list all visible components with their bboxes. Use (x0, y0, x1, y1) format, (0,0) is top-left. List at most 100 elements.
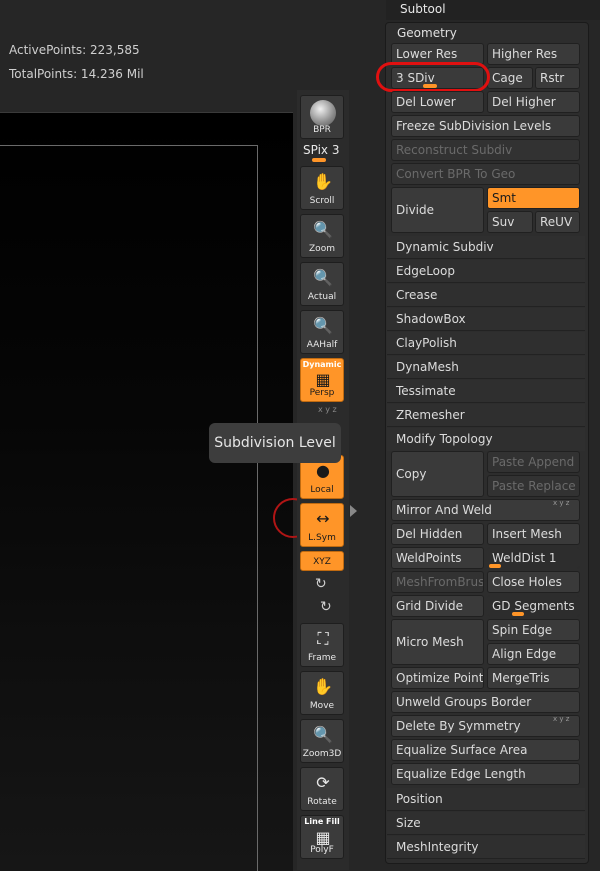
lsym-label: L.Sym (308, 533, 336, 543)
spix-slider-mark (312, 158, 326, 162)
paste-replace-button[interactable]: Paste Replace (487, 475, 580, 497)
axis-icons: x y z (318, 405, 337, 414)
equalize-edge-button[interactable]: Equalize Edge Length (391, 763, 580, 785)
smt-toggle[interactable]: Smt (487, 187, 580, 209)
convert-bpr-button[interactable]: Convert BPR To Geo (391, 163, 580, 185)
polyf-label: PolyF (310, 845, 334, 855)
zoom3d-label: Zoom3D (302, 749, 342, 759)
close-holes-button[interactable]: Close Holes (487, 571, 580, 593)
gd-segments-slider-mark (512, 612, 524, 616)
size-section[interactable]: Size (387, 812, 585, 835)
aahalf-button[interactable]: 🔍 AAHalf (300, 310, 344, 354)
divide-button[interactable]: Divide (391, 187, 484, 233)
shadowbox-section[interactable]: ShadowBox (387, 308, 585, 331)
move-button[interactable]: ✋ Move (300, 671, 344, 715)
frame-button[interactable]: ⛶ Frame (300, 623, 344, 667)
suv-toggle[interactable]: Suv (487, 211, 533, 233)
cage-button[interactable]: Cage (487, 67, 533, 89)
persp-button[interactable]: Dynamic ▦ Persp (300, 358, 344, 402)
weldpoints-button[interactable]: WeldPoints (391, 547, 484, 569)
scroll-label: Scroll (309, 196, 335, 206)
actual-label: Actual (307, 292, 337, 302)
frame-icon: ⛶ (317, 629, 329, 648)
claypolish-section[interactable]: ClayPolish (387, 332, 585, 355)
spin-edge-button[interactable]: Spin Edge (487, 619, 580, 641)
rotate-z-icon[interactable]: ↻ (320, 599, 332, 615)
actual-button[interactable]: 🔍 Actual (300, 262, 344, 306)
axis-icons: x y z (553, 499, 570, 507)
magnifier-icon: 🔍 (313, 220, 333, 239)
reconstruct-subdiv-button[interactable]: Reconstruct Subdiv (391, 139, 580, 161)
rstr-button[interactable]: Rstr (535, 67, 580, 89)
mirror-weld-button[interactable]: Mirror And Weld (391, 499, 580, 521)
sphere-icon (310, 100, 336, 126)
gd-segments-slider[interactable]: GD Segments 3 (487, 595, 580, 617)
position-section[interactable]: Position (387, 788, 585, 811)
annotation-highlight (376, 62, 490, 92)
del-lower-button[interactable]: Del Lower (391, 91, 484, 113)
local-label: Local (310, 485, 334, 495)
rotate-button[interactable]: ⟳ Rotate (300, 767, 344, 811)
paste-append-button[interactable]: Paste Append (487, 451, 580, 473)
reuv-button[interactable]: ReUV (535, 211, 580, 233)
scroll-button[interactable]: ✋ Scroll (300, 166, 344, 210)
grid-perspective-icon: ▦ (315, 370, 331, 389)
subtool-header[interactable]: Subtool (386, 0, 600, 20)
micro-mesh-button[interactable]: Micro Mesh (391, 619, 484, 665)
frame-label: Frame (307, 653, 337, 663)
subtool-label: Subtool (400, 2, 446, 16)
tessimate-section[interactable]: Tessimate (387, 380, 585, 403)
bpr-label: BPR (313, 125, 331, 135)
geometry-header[interactable]: Geometry (397, 26, 457, 40)
dynamic-subdiv-section[interactable]: Dynamic Subdiv (387, 236, 585, 259)
grid-divide-button[interactable]: Grid Divide (391, 595, 484, 617)
rotate-icon: ⟳ (316, 773, 330, 792)
zoom3d-button[interactable]: 🔍 Zoom3D (300, 719, 344, 763)
axis-icons: x y z (553, 715, 570, 723)
magnifier-icon: 🔍 (313, 725, 333, 744)
equalize-surface-button[interactable]: Equalize Surface Area (391, 739, 580, 761)
local-icon: ● (316, 461, 330, 480)
magnifier-icon: 🔍 (313, 316, 333, 335)
welddist-slider-mark (489, 564, 501, 568)
polyf-button[interactable]: Line Fill ▦ PolyF (300, 815, 344, 859)
rotate-label: Rotate (307, 797, 337, 807)
linefill-label: Line Fill (304, 817, 340, 826)
edgeloop-section[interactable]: EdgeLoop (387, 260, 585, 283)
mergetris-button[interactable]: MergeTris (487, 667, 580, 689)
optimize-points-button[interactable]: Optimize Points (391, 667, 484, 689)
hand-icon: ✋ (313, 677, 333, 696)
zremesher-section[interactable]: ZRemesher (387, 404, 585, 427)
total-points: TotalPoints: 14.236 Mil (9, 67, 144, 81)
bpr-button[interactable]: BPR (300, 95, 344, 139)
dynamesh-section[interactable]: DynaMesh (387, 356, 585, 379)
xyz-label: XYZ (313, 557, 331, 567)
document-frame (0, 145, 258, 871)
copy-button[interactable]: Copy (391, 451, 484, 497)
spix-slider[interactable]: SPix 3 (303, 143, 339, 157)
delete-by-symmetry-button[interactable]: Delete By Symmetry (391, 715, 580, 737)
meshfrombrush-button[interactable]: MeshFromBrush (391, 571, 484, 593)
active-points: ActivePoints: 223,585 (9, 43, 140, 57)
rotate-y-icon[interactable]: ↻ (315, 576, 327, 592)
higher-res-button[interactable]: Higher Res (487, 43, 580, 65)
align-edge-button[interactable]: Align Edge (487, 643, 580, 665)
insert-mesh-button[interactable]: Insert Mesh (487, 523, 580, 545)
freeze-subdiv-button[interactable]: Freeze SubDivision Levels (391, 115, 580, 137)
unweld-groups-button[interactable]: Unweld Groups Border (391, 691, 580, 713)
del-hidden-button[interactable]: Del Hidden (391, 523, 484, 545)
xyz-button[interactable]: XYZ (300, 551, 344, 571)
zoom-label: Zoom (309, 244, 335, 254)
zoom-button[interactable]: 🔍 Zoom (300, 214, 344, 258)
modify-topology-section[interactable]: Modify Topology (387, 428, 585, 451)
dynamic-label: Dynamic (302, 360, 342, 369)
magnifier-icon: 🔍 (313, 268, 333, 287)
crease-section[interactable]: Crease (387, 284, 585, 307)
meshintegrity-section[interactable]: MeshIntegrity (387, 836, 585, 859)
symmetry-arrows-icon: ↔ (316, 509, 330, 528)
lsym-button[interactable]: ↔ L.Sym (300, 503, 344, 547)
shelf-expand-arrow[interactable] (350, 505, 357, 517)
move-label: Move (309, 701, 335, 711)
del-higher-button[interactable]: Del Higher (487, 91, 580, 113)
hand-icon: ✋ (313, 172, 333, 191)
